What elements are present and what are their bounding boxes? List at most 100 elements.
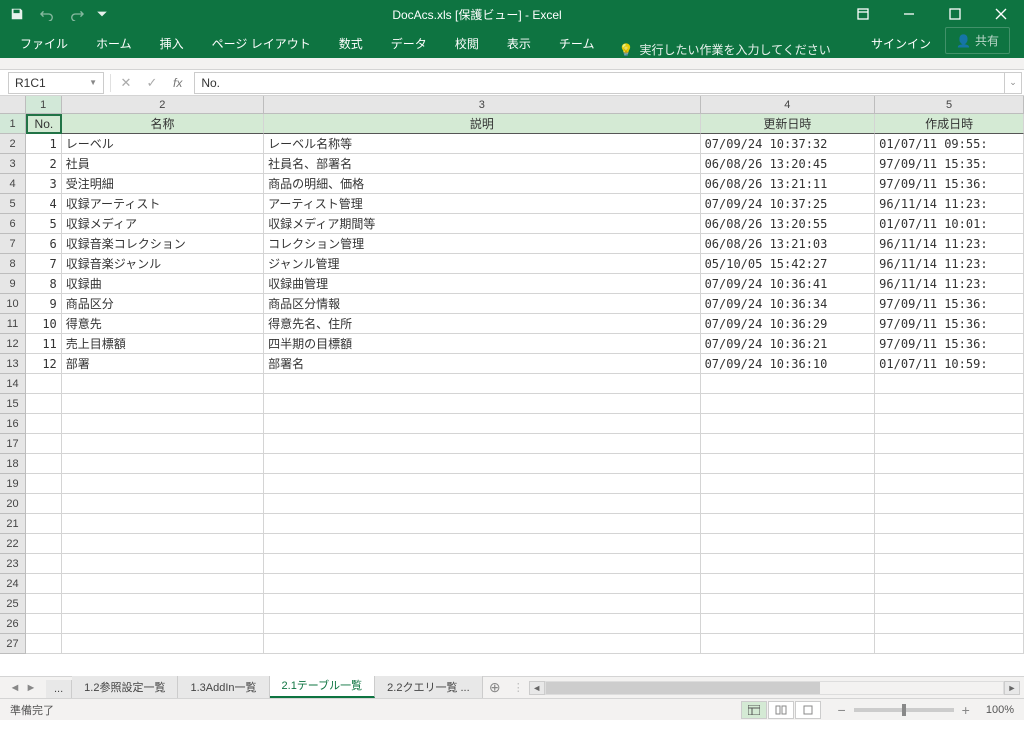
cell[interactable]: 06/08/26 13:20:55 xyxy=(701,214,876,234)
row-header[interactable]: 25 xyxy=(0,594,26,614)
cell[interactable]: 収録メディア期間等 xyxy=(264,214,700,234)
tab-pagelayout[interactable]: ページ レイアウト xyxy=(198,29,325,58)
cell[interactable] xyxy=(264,434,700,454)
cell[interactable]: 12 xyxy=(26,354,62,374)
cell[interactable]: 97/09/11 15:36: xyxy=(875,314,1024,334)
cell[interactable] xyxy=(26,374,62,394)
cell[interactable] xyxy=(264,454,700,474)
cell[interactable]: 06/08/26 13:21:03 xyxy=(701,234,876,254)
col-header[interactable]: 5 xyxy=(875,96,1024,113)
cell[interactable]: 05/10/05 15:42:27 xyxy=(701,254,876,274)
cell[interactable]: 収録曲管理 xyxy=(264,274,700,294)
cell[interactable] xyxy=(62,474,264,494)
cell[interactable]: 96/11/14 11:23: xyxy=(875,194,1024,214)
row-header[interactable]: 16 xyxy=(0,414,26,434)
cell[interactable] xyxy=(264,594,700,614)
col-header[interactable]: 4 xyxy=(701,96,876,113)
horizontal-scrollbar[interactable] xyxy=(545,681,1004,695)
cell[interactable] xyxy=(701,614,876,634)
cell[interactable] xyxy=(701,414,876,434)
row-header[interactable]: 5 xyxy=(0,194,26,214)
cell[interactable] xyxy=(26,594,62,614)
row-header[interactable]: 9 xyxy=(0,274,26,294)
cell[interactable]: 3 xyxy=(26,174,62,194)
cell[interactable] xyxy=(62,414,264,434)
row-header[interactable]: 21 xyxy=(0,514,26,534)
cell[interactable]: 07/09/24 10:36:21 xyxy=(701,334,876,354)
cell[interactable] xyxy=(701,554,876,574)
cell[interactable]: 96/11/14 11:23: xyxy=(875,274,1024,294)
expand-formula-icon[interactable]: ⌄ xyxy=(1004,72,1022,94)
cell[interactable]: 06/08/26 13:21:11 xyxy=(701,174,876,194)
cell[interactable] xyxy=(875,594,1024,614)
cell[interactable]: 97/09/11 15:36: xyxy=(875,174,1024,194)
tab-team[interactable]: チーム xyxy=(545,29,609,58)
row-header[interactable]: 8 xyxy=(0,254,26,274)
fx-icon[interactable]: fx xyxy=(165,76,190,90)
cell[interactable]: 96/11/14 11:23: xyxy=(875,254,1024,274)
tab-view[interactable]: 表示 xyxy=(493,29,545,58)
row-header[interactable]: 13 xyxy=(0,354,26,374)
cell[interactable] xyxy=(62,634,264,654)
cell[interactable] xyxy=(701,394,876,414)
cell[interactable] xyxy=(62,394,264,414)
cell[interactable] xyxy=(875,414,1024,434)
cell[interactable] xyxy=(264,474,700,494)
zoom-level[interactable]: 100% xyxy=(986,704,1014,716)
cell[interactable] xyxy=(26,574,62,594)
cell[interactable]: アーティスト管理 xyxy=(264,194,700,214)
cell[interactable] xyxy=(26,434,62,454)
cell[interactable]: 名称 xyxy=(62,114,264,134)
hscroll-left-icon[interactable]: ◄ xyxy=(529,681,545,695)
cell[interactable]: 商品区分 xyxy=(62,294,264,314)
cell[interactable]: ジャンル管理 xyxy=(264,254,700,274)
cell[interactable] xyxy=(26,614,62,634)
cell[interactable] xyxy=(62,434,264,454)
cell[interactable] xyxy=(875,534,1024,554)
cell[interactable] xyxy=(701,434,876,454)
sheet-overflow[interactable]: ... xyxy=(46,680,72,698)
cell[interactable]: 97/09/11 15:35: xyxy=(875,154,1024,174)
row-header[interactable]: 7 xyxy=(0,234,26,254)
cell[interactable]: 更新日時 xyxy=(701,114,876,134)
view-normal-icon[interactable] xyxy=(741,701,767,719)
spreadsheet-grid[interactable]: 1 2 3 4 5 1 No. 名称 説明 更新日時 作成日時2 1 レーベル … xyxy=(0,96,1024,676)
save-icon[interactable] xyxy=(6,3,28,25)
cell[interactable] xyxy=(26,634,62,654)
cell[interactable] xyxy=(701,454,876,474)
maximize-icon[interactable] xyxy=(932,0,978,28)
cell[interactable] xyxy=(264,534,700,554)
cell[interactable]: 商品区分情報 xyxy=(264,294,700,314)
cell[interactable]: 作成日時 xyxy=(875,114,1024,134)
cell[interactable]: 1 xyxy=(26,134,62,154)
tab-insert[interactable]: 挿入 xyxy=(146,29,198,58)
cell[interactable] xyxy=(875,614,1024,634)
tab-split-handle[interactable]: ⋮ xyxy=(513,681,519,694)
cell[interactable] xyxy=(701,514,876,534)
cell[interactable]: 7 xyxy=(26,254,62,274)
cell[interactable] xyxy=(62,534,264,554)
cell[interactable] xyxy=(264,374,700,394)
col-header[interactable]: 3 xyxy=(264,96,701,113)
cell[interactable] xyxy=(264,514,700,534)
cell[interactable] xyxy=(701,574,876,594)
row-header[interactable]: 26 xyxy=(0,614,26,634)
cell[interactable] xyxy=(26,534,62,554)
cancel-formula-icon[interactable]: ✕ xyxy=(113,75,139,91)
cell[interactable]: 01/07/11 09:55: xyxy=(875,134,1024,154)
cell[interactable]: 07/09/24 10:36:34 xyxy=(701,294,876,314)
cell[interactable]: 収録メディア xyxy=(62,214,264,234)
name-box[interactable]: R1C1 ▼ xyxy=(8,72,104,94)
row-header[interactable]: 4 xyxy=(0,174,26,194)
cell[interactable] xyxy=(26,494,62,514)
cell[interactable]: 部署 xyxy=(62,354,264,374)
cell[interactable] xyxy=(875,394,1024,414)
cell[interactable]: 売上目標額 xyxy=(62,334,264,354)
cell[interactable]: 受注明細 xyxy=(62,174,264,194)
cell[interactable]: 4 xyxy=(26,194,62,214)
cell[interactable] xyxy=(62,614,264,634)
tell-me-search[interactable]: 💡 実行したい作業を入力してください xyxy=(608,41,840,58)
close-icon[interactable] xyxy=(978,0,1024,28)
cell[interactable]: 2 xyxy=(26,154,62,174)
row-header[interactable]: 15 xyxy=(0,394,26,414)
